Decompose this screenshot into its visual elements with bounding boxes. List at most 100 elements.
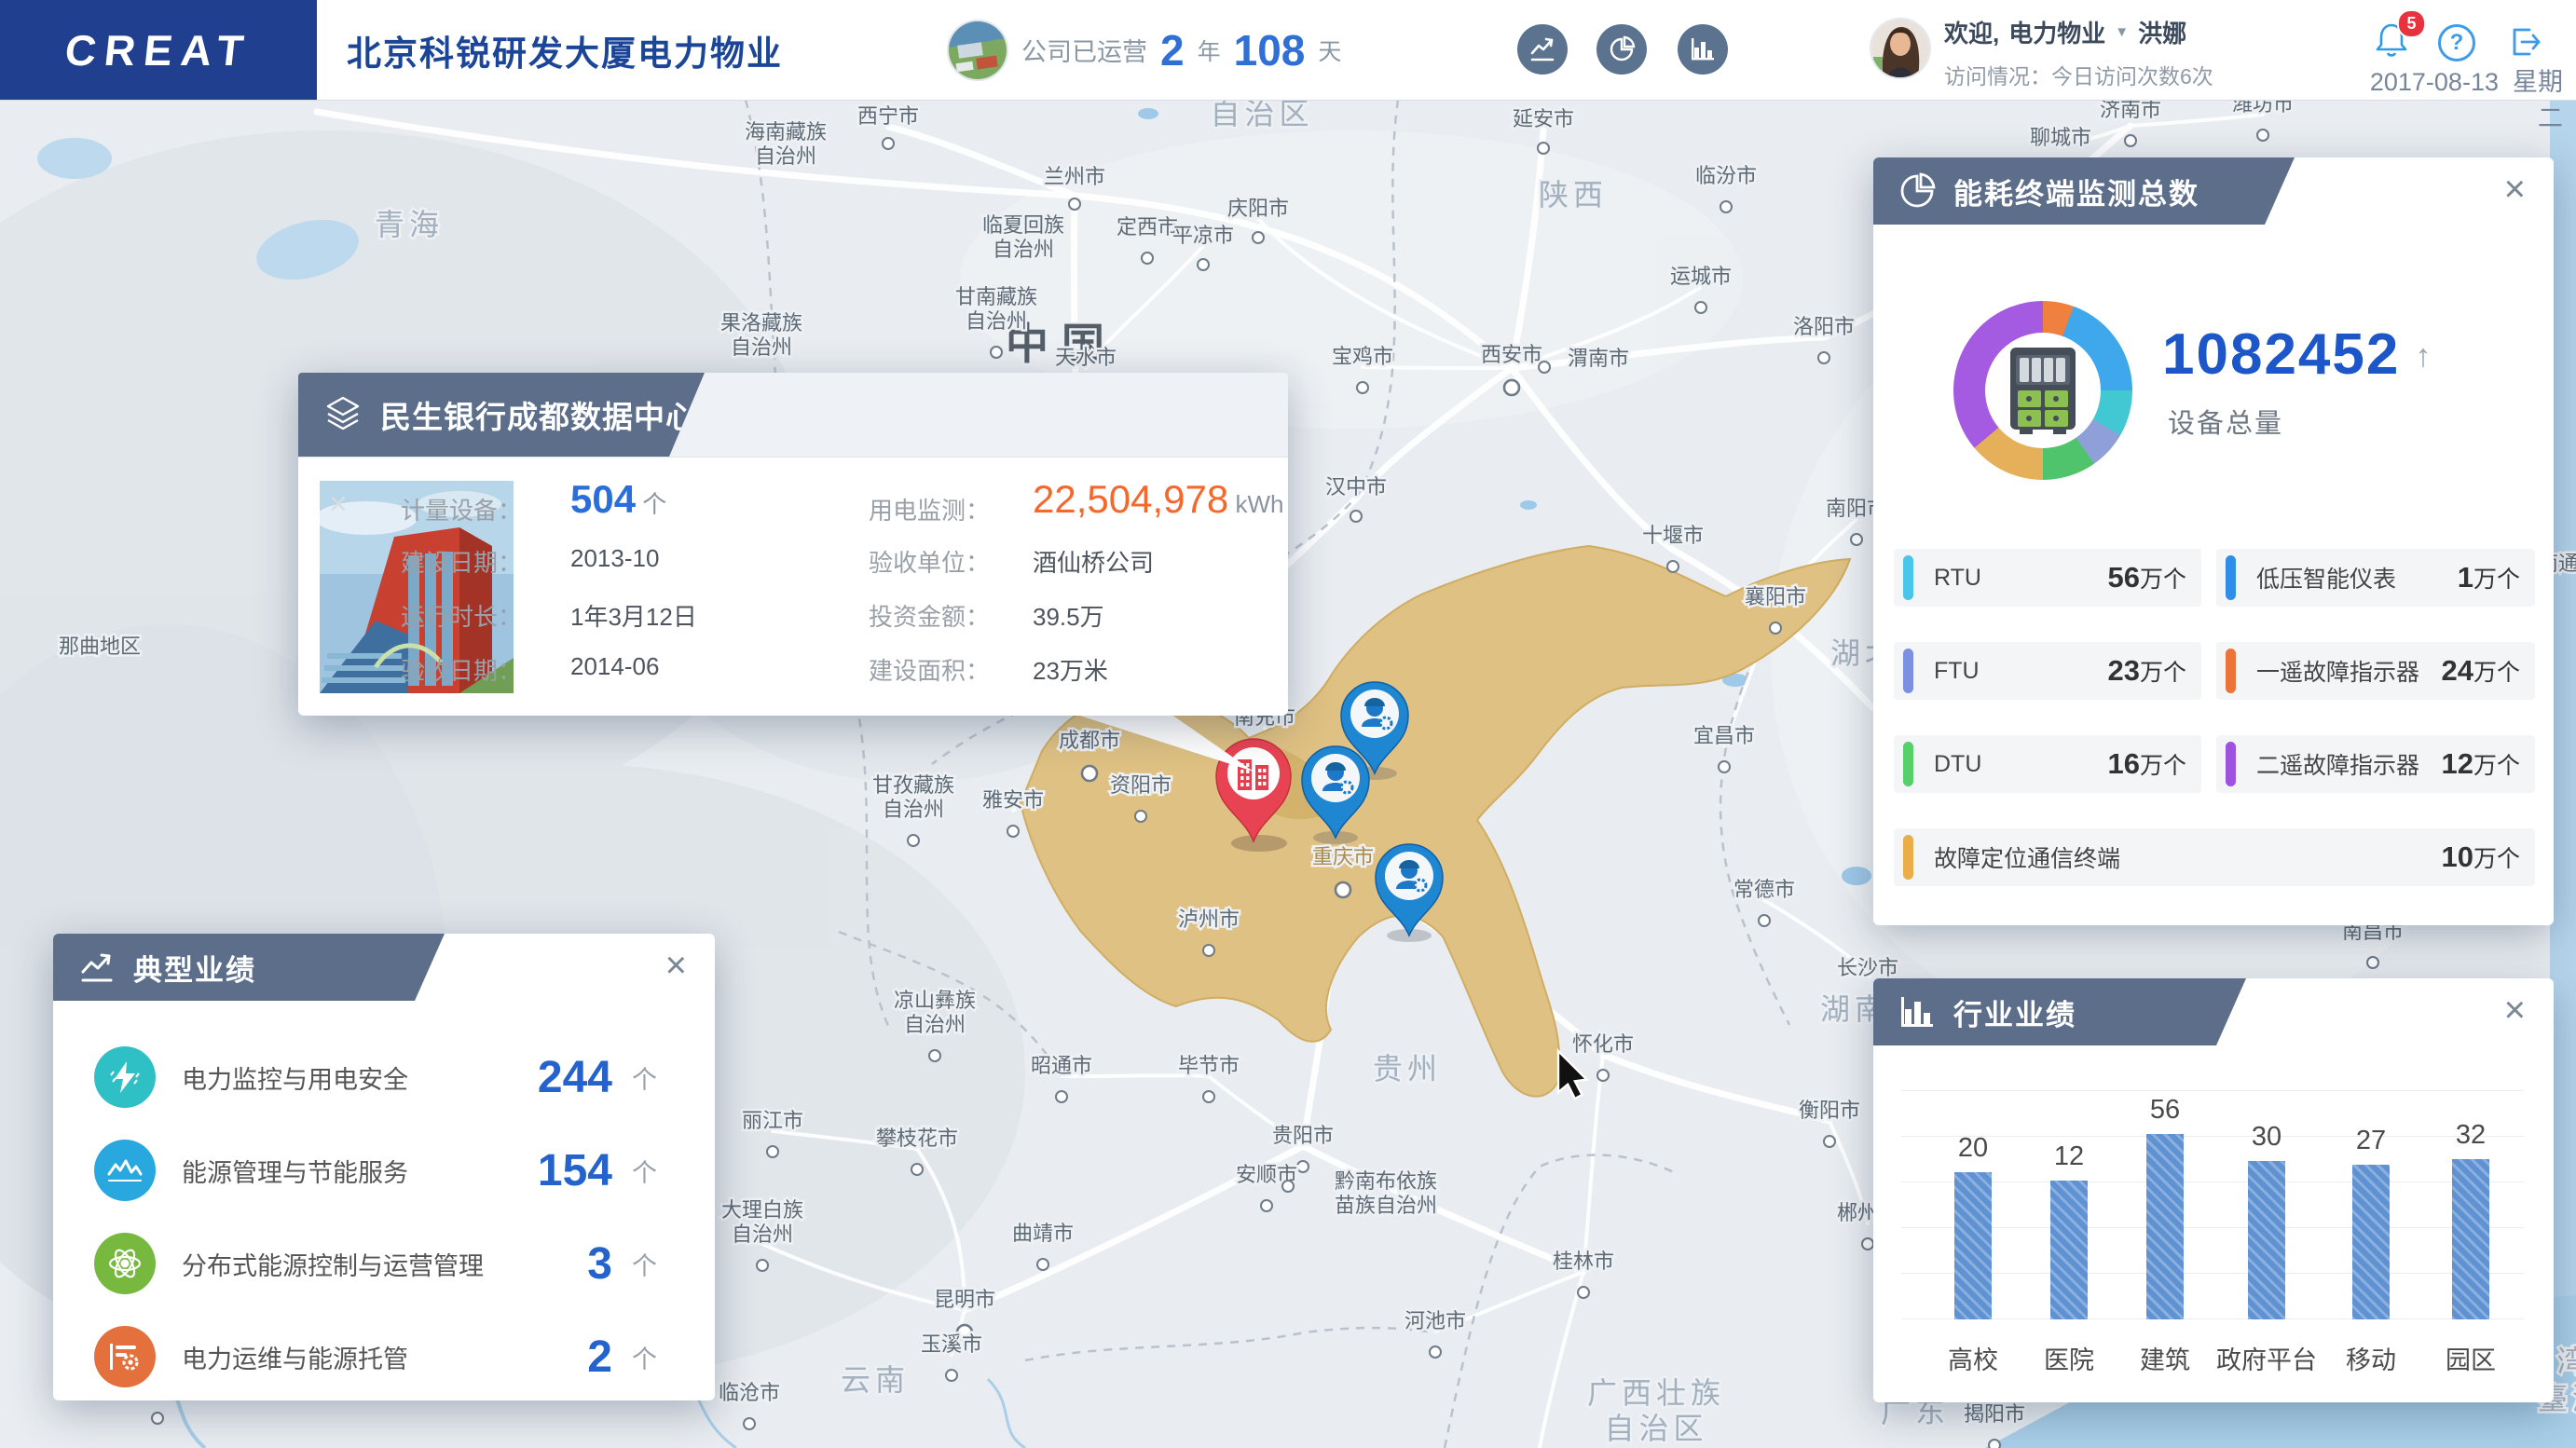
device-total-value: 1082452 bbox=[2162, 322, 2401, 387]
city-label: 十堰市 bbox=[1642, 524, 1704, 547]
legend-row[interactable]: FTU 23万个 bbox=[1894, 642, 2201, 700]
city-label: 黔南布依族 bbox=[1335, 1169, 1437, 1193]
legend-color-bar bbox=[2226, 742, 2236, 786]
legend-value: 16万个 bbox=[2107, 747, 2187, 780]
city-dot bbox=[1718, 760, 1731, 773]
typical-panel-title: 典型业绩 bbox=[133, 953, 256, 987]
legend-row[interactable]: 一遥故障指示器 24万个 bbox=[2216, 642, 2535, 700]
legend-row[interactable]: RTU 56万个 bbox=[1894, 549, 2201, 607]
city-label: 果洛藏族 bbox=[720, 311, 802, 335]
legend-row[interactable]: 低压智能仪表 1万个 bbox=[2216, 549, 2535, 607]
city-dot bbox=[1988, 1439, 2001, 1448]
legend-row[interactable]: DTU 16万个 bbox=[1894, 735, 2201, 793]
bar[interactable] bbox=[2050, 1181, 2088, 1319]
bar[interactable] bbox=[2146, 1134, 2184, 1319]
city-label: 汉中市 bbox=[1325, 475, 1387, 499]
close-icon[interactable]: × bbox=[665, 947, 687, 984]
city-dot bbox=[1694, 301, 1707, 314]
up-arrow-icon: ↑ bbox=[2415, 338, 2432, 374]
logout-button[interactable] bbox=[2507, 24, 2542, 64]
field-label: 验收单位： bbox=[869, 549, 991, 577]
city-dot bbox=[1666, 560, 1679, 573]
typical-row[interactable]: 分布式能源控制与运营管理 3 个 bbox=[53, 1217, 715, 1310]
province-label: 广西壮族 bbox=[1587, 1376, 1725, 1410]
app-header: CREAT 北京科锐研发大厦电力物业 公司已运营 2 年 108 天 欢迎, 电… bbox=[0, 0, 2576, 132]
chevron-down-icon[interactable]: ▼ bbox=[2115, 24, 2129, 40]
typical-row[interactable]: 电力运维与能源托管 2 个 bbox=[53, 1310, 715, 1403]
gear-panel-icon bbox=[94, 1326, 156, 1387]
bar[interactable] bbox=[1954, 1172, 1992, 1319]
typical-panel-banner: 典型业绩 bbox=[53, 934, 445, 1001]
bar[interactable] bbox=[2352, 1165, 2390, 1319]
close-icon[interactable]: × bbox=[329, 486, 348, 523]
bar-value-label: 56 bbox=[2149, 1095, 2181, 1125]
city-dot bbox=[1197, 258, 1210, 271]
city-label: 怀化市 bbox=[1572, 1032, 1634, 1056]
data-center-popup: 民生银行成都数据中心 × 计量设备： 504 个 用电监测： 22,504,978 k… bbox=[298, 373, 1288, 716]
pie-chart-button[interactable] bbox=[1596, 24, 1647, 75]
city-label: 甘孜藏族 bbox=[872, 773, 954, 797]
city-label: 甘南藏族 bbox=[955, 285, 1037, 308]
city-label: 聊城市 bbox=[2030, 126, 2091, 149]
typical-row-label: 分布式能源控制与运营管理 bbox=[182, 1251, 484, 1280]
city-dot bbox=[756, 1259, 769, 1272]
legend-row[interactable]: 故障定位通信终端 10万个 bbox=[1894, 828, 2535, 886]
city-dot bbox=[1260, 1199, 1273, 1212]
field-value: 504 个 bbox=[570, 477, 667, 521]
city-dot bbox=[1429, 1346, 1442, 1359]
city-label: 洛阳市 bbox=[1793, 315, 1855, 338]
legend-label: 故障定位通信终端 bbox=[1934, 846, 2121, 872]
user-avatar[interactable] bbox=[1870, 18, 1931, 79]
city-label: 常德市 bbox=[1733, 878, 1795, 901]
city-dot bbox=[1769, 622, 1782, 635]
bar[interactable] bbox=[2452, 1159, 2489, 1319]
city-dot bbox=[945, 1369, 958, 1382]
bar-value-label: 12 bbox=[2053, 1141, 2085, 1171]
legend-color-bar bbox=[2226, 555, 2236, 600]
welcome-text: 欢迎, bbox=[1944, 20, 2000, 48]
city-label: 自治州 bbox=[731, 335, 792, 359]
bar[interactable] bbox=[2248, 1161, 2285, 1319]
operating-time-group: 公司已运营 2 年 108 天 bbox=[947, 0, 1341, 100]
trend-chart-button[interactable] bbox=[1517, 24, 1568, 75]
energy-panel-banner: 能耗终端监测总数 bbox=[1873, 157, 2295, 225]
city-dot bbox=[1720, 200, 1733, 213]
help-button[interactable]: ? bbox=[2438, 24, 2475, 61]
typical-row[interactable]: 能源管理与节能服务 154 个 bbox=[53, 1124, 715, 1217]
city-dot bbox=[1296, 1160, 1309, 1173]
legend-label: FTU bbox=[1934, 657, 1980, 684]
bar-value-label: 20 bbox=[1957, 1133, 1989, 1163]
city-dot bbox=[1502, 378, 1521, 397]
typical-performance-panel: 典型业绩 × 电力监控与用电安全 244 个 能源管理与节能服务 154 个 分… bbox=[53, 934, 715, 1400]
city-label: 海南藏族 bbox=[745, 120, 827, 143]
city-dot bbox=[928, 1049, 941, 1062]
donut-center bbox=[1985, 333, 2101, 448]
industry-performance-panel: 行业业绩 × 20 高校 12 医院 56 建筑 30 政府平台 27 移动 32 园区 bbox=[1873, 978, 2554, 1402]
legend-value: 23万个 bbox=[2107, 654, 2187, 687]
legend-row[interactable]: 二遥故障指示器 12万个 bbox=[2216, 735, 2535, 793]
creat-logo[interactable]: CREAT bbox=[0, 0, 317, 100]
bar-chart-button[interactable] bbox=[1678, 24, 1728, 75]
bar-value-label: 30 bbox=[2251, 1122, 2282, 1152]
notification-bell-button[interactable]: 5 bbox=[2373, 9, 2426, 63]
user-welcome[interactable]: 欢迎, 电力物业 ▼ 洪娜 bbox=[1944, 15, 2213, 49]
city-dot bbox=[1068, 198, 1081, 211]
city-label: 自治州 bbox=[755, 144, 816, 168]
legend-color-bar bbox=[1903, 835, 1913, 880]
city-label: 苗族自治州 bbox=[1335, 1194, 1437, 1217]
city-dot bbox=[1202, 1090, 1215, 1103]
field-label: 用电监测： bbox=[869, 497, 991, 525]
city-dot bbox=[766, 1145, 779, 1158]
typical-row-value: 244 bbox=[537, 1052, 612, 1102]
close-icon[interactable]: × bbox=[2504, 171, 2526, 208]
field-value: 39.5万 bbox=[1033, 603, 1104, 631]
city-dot bbox=[1356, 381, 1369, 394]
typical-row[interactable]: 电力监控与用电安全 244 个 bbox=[53, 1031, 715, 1124]
typical-row-unit: 个 bbox=[632, 1065, 657, 1094]
city-dot bbox=[1350, 510, 1363, 523]
legend-value: 12万个 bbox=[2441, 747, 2521, 780]
city-label: 定西市 bbox=[1117, 215, 1178, 239]
energy-terminal-panel: 能耗终端监测总数 × 1082452 ↑ 设备总量 RTU 56万个 低压智能仪… bbox=[1873, 157, 2554, 925]
city-dot bbox=[907, 834, 920, 847]
city-dot bbox=[1007, 825, 1020, 838]
